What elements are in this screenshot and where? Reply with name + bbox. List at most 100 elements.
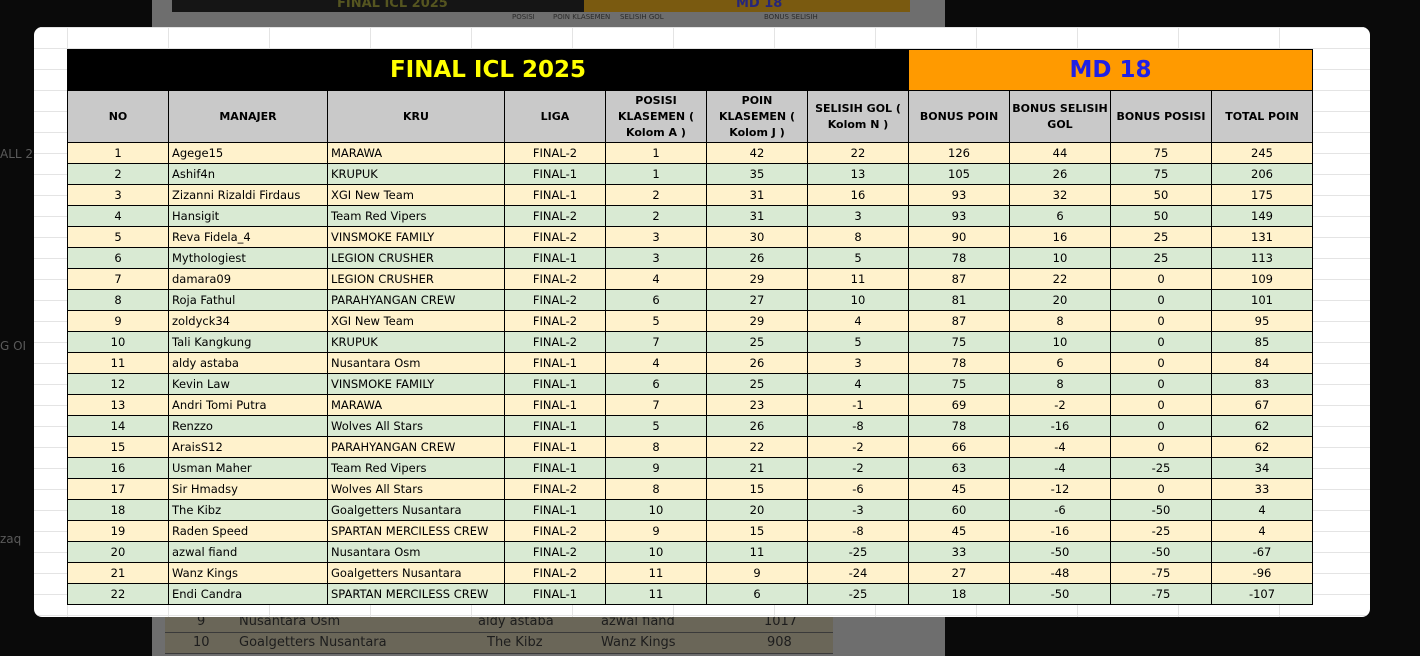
cell-kru: VINSMOKE FAMILY	[327, 226, 505, 248]
cell-total-poin: 101	[1211, 289, 1313, 311]
table-row: 10 Tali Kangkung KRUPUK FINAL-2 7 25 5 75 10 0 85	[67, 331, 1313, 353]
cell-posisi-klasemen: 11	[605, 583, 707, 605]
table-row: 22 Endi Candra SPARTAN MERCILESS CREW FINAL…	[67, 583, 1313, 605]
cell-bonus-selisih-gol: -2	[1009, 394, 1111, 416]
cell-bonus-posisi: 0	[1110, 310, 1212, 332]
cell-liga: FINAL-1	[504, 457, 606, 479]
cell-no: 3	[67, 184, 169, 206]
cell-no: 13	[67, 394, 169, 416]
col-header-bonus-selisih-gol: BONUS SELISIH GOL	[1009, 90, 1111, 143]
background-md-label: MD 18	[736, 0, 783, 11]
table-row: 16 Usman Maher Team Red Vipers FINAL-1 9 21 -2…	[67, 457, 1313, 479]
cell-kru: LEGION CRUSHER	[327, 247, 505, 269]
cell-bonus-posisi: 0	[1110, 268, 1212, 290]
table-row: 3 Zizanni Rizaldi Firdaus XGI New Team FINA…	[67, 184, 1313, 206]
cell-selisih-gol: 22	[807, 142, 909, 164]
cell-bonus-posisi: 75	[1110, 142, 1212, 164]
cell-liga: FINAL-2	[504, 226, 606, 248]
cell-bonus-poin: 33	[908, 541, 1010, 563]
cell-bonus-selisih-gol: 6	[1009, 352, 1111, 374]
table-row: 8 Roja Fathul PARAHYANGAN CREW FINAL-2 6 27 10…	[67, 289, 1313, 311]
cell-kru: XGI New Team	[327, 310, 505, 332]
title-row: FINAL ICL 2025 MD 18	[67, 49, 1313, 91]
cell-selisih-gol: 5	[807, 247, 909, 269]
cell-posisi-klasemen: 11	[605, 562, 707, 584]
cell-selisih-gol: -3	[807, 499, 909, 521]
background-header-fragment: BONUS SELISIH	[764, 13, 818, 21]
cell-liga: FINAL-1	[504, 184, 606, 206]
cell-manajer: The Kibz	[168, 499, 328, 521]
cell-total-poin: 206	[1211, 163, 1313, 185]
cell-bonus-selisih-gol: 20	[1009, 289, 1111, 311]
cell-liga: FINAL-1	[504, 583, 606, 605]
cell-selisih-gol: -25	[807, 583, 909, 605]
background-bottom-rows: 9 Nusantara Osm aldy astaba azwal fiand …	[165, 612, 833, 656]
cell-no: 20	[67, 541, 169, 563]
background-header-fragment: POSISI	[512, 13, 535, 21]
image-preview-modal[interactable]: FINAL ICL 2025 MD 18 NO MANAJER KRU LIGA…	[34, 27, 1370, 617]
table-row: 7 damara09 LEGION CRUSHER FINAL-2 4 29 11 87 22 0…	[67, 268, 1313, 290]
cell-no: 22	[67, 583, 169, 605]
cell-bonus-posisi: -75	[1110, 583, 1212, 605]
cell-bonus-poin: 87	[908, 268, 1010, 290]
cell-total-poin: 67	[1211, 394, 1313, 416]
cell-total-poin: -96	[1211, 562, 1313, 584]
col-header-kru: KRU	[327, 90, 505, 143]
cell-manajer: AraisS12	[168, 436, 328, 458]
cell-bonus-selisih-gol: 44	[1009, 142, 1111, 164]
cell-no: 4	[67, 205, 169, 227]
cell-kru: MARAWA	[327, 394, 505, 416]
cell-posisi-klasemen: 6	[605, 373, 707, 395]
cell-manajer: Roja Fathul	[168, 289, 328, 311]
cell-total-poin: 34	[1211, 457, 1313, 479]
cell-liga: FINAL-2	[504, 289, 606, 311]
cell-posisi-klasemen: 2	[605, 184, 707, 206]
col-header-selisih-gol: SELISIH GOL ( Kolom N )	[807, 90, 909, 143]
background-title: FINAL ICL 2025	[337, 0, 448, 11]
cell-poin-klasemen: 30	[706, 226, 808, 248]
cell-total-poin: 109	[1211, 268, 1313, 290]
table-row: 11 aldy astaba Nusantara Osm FINAL-1 4 26 3 78 6…	[67, 352, 1313, 374]
cell-no: 7	[67, 268, 169, 290]
cell-manajer: Hansigit	[168, 205, 328, 227]
table-row: 19 Raden Speed SPARTAN MERCILESS CREW FINAL…	[67, 520, 1313, 542]
cell-bonus-selisih-gol: -4	[1009, 436, 1111, 458]
table-row: 21 Wanz Kings Goalgetters Nusantara FINAL-2…	[67, 562, 1313, 584]
cell-poin-klasemen: 23	[706, 394, 808, 416]
cell-bonus-posisi: -75	[1110, 562, 1212, 584]
cell-manajer: Reva Fidela_4	[168, 226, 328, 248]
cell-no: 11	[67, 352, 169, 374]
cell-liga: FINAL-1	[504, 394, 606, 416]
cell-bonus-posisi: -50	[1110, 499, 1212, 521]
cell-bonus-selisih-gol: -4	[1009, 457, 1111, 479]
cell-liga: FINAL-1	[504, 373, 606, 395]
cell-liga: FINAL-2	[504, 310, 606, 332]
cell-posisi-klasemen: 9	[605, 520, 707, 542]
cell-kru: PARAHYANGAN CREW	[327, 289, 505, 311]
cell-poin-klasemen: 20	[706, 499, 808, 521]
cell-selisih-gol: 4	[807, 373, 909, 395]
cell-bonus-poin: 60	[908, 499, 1010, 521]
cell-poin-klasemen: 11	[706, 541, 808, 563]
cell-liga: FINAL-2	[504, 268, 606, 290]
cell-total-poin: 131	[1211, 226, 1313, 248]
cell-bonus-poin: 63	[908, 457, 1010, 479]
cell-bonus-poin: 90	[908, 226, 1010, 248]
cell-selisih-gol: 3	[807, 352, 909, 374]
cell-posisi-klasemen: 10	[605, 541, 707, 563]
cell-posisi-klasemen: 1	[605, 163, 707, 185]
cell-manajer: Mythologiest	[168, 247, 328, 269]
cell-kru: SPARTAN MERCILESS CREW	[327, 520, 505, 542]
table-row: 4 Hansigit Team Red Vipers FINAL-2 2 31 3 93 6 50…	[67, 205, 1313, 227]
cell-poin-klasemen: 9	[706, 562, 808, 584]
cell-no: 5	[67, 226, 169, 248]
cell-kru: KRUPUK	[327, 163, 505, 185]
cell-bonus-poin: 45	[908, 520, 1010, 542]
cell-bonus-poin: 75	[908, 331, 1010, 353]
cell-total-poin: 175	[1211, 184, 1313, 206]
cell-selisih-gol: -2	[807, 457, 909, 479]
table-row: 15 AraisS12 PARAHYANGAN CREW FINAL-1 8 22 -2 66…	[67, 436, 1313, 458]
cell-liga: FINAL-2	[504, 478, 606, 500]
cell-bonus-poin: 87	[908, 310, 1010, 332]
cell-bonus-poin: 93	[908, 184, 1010, 206]
